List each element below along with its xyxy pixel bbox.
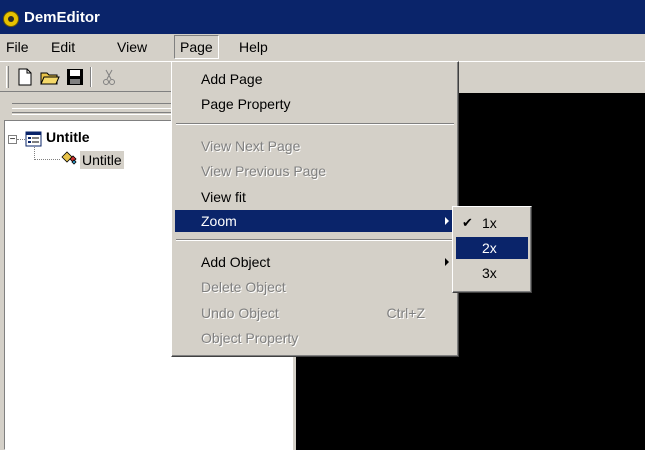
save-disk-icon[interactable] [66, 68, 84, 86]
menu-page-property[interactable]: Page Property [175, 93, 455, 115]
menu-view-next-page: View Next Page [175, 135, 455, 157]
zoom-2x-label: 2x [482, 240, 497, 256]
zoom-3x[interactable]: 3x [456, 262, 528, 284]
menu-undo-object-label: Undo Object [201, 305, 279, 321]
tree-connector [34, 159, 60, 160]
zoom-3x-label: 3x [482, 265, 497, 281]
toolbar-grip[interactable] [6, 66, 9, 88]
tree-root-label[interactable]: Untitle [46, 128, 90, 146]
menu-undo-object: Undo Object Ctrl+Z [175, 302, 455, 324]
page-menu-dropdown: Add Page Page Property View Next Page Vi… [171, 61, 459, 357]
menu-add-object-label: Add Object [201, 254, 271, 270]
menu-page[interactable]: Page [174, 35, 219, 59]
menu-zoom[interactable]: Zoom [175, 210, 455, 232]
menu-view-previous-page: View Previous Page [175, 160, 455, 182]
menu-view-next-page-label: View Next Page [201, 138, 301, 154]
app-icon [3, 11, 19, 27]
tree-connector [17, 139, 25, 140]
open-folder-icon[interactable] [40, 68, 60, 86]
title-bar: DemEditor [0, 0, 645, 34]
submenu-arrow-icon [445, 258, 449, 266]
menu-view-fit-label: View fit [201, 189, 246, 205]
menu-edit[interactable]: Edit [46, 35, 80, 59]
menu-delete-object-label: Delete Object [201, 279, 286, 295]
menu-help[interactable]: Help [234, 35, 273, 59]
object-icon [58, 148, 80, 166]
menu-view-fit[interactable]: View fit [175, 186, 455, 208]
submenu-arrow-icon [445, 217, 449, 225]
menu-separator [176, 239, 454, 241]
zoom-submenu: ✔ 1x 2x 3x [452, 206, 532, 293]
cut-scissors-icon[interactable] [100, 68, 118, 86]
collapse-icon[interactable]: − [8, 135, 17, 145]
menu-undo-shortcut: Ctrl+Z [386, 305, 426, 321]
menu-view-previous-page-label: View Previous Page [201, 163, 327, 179]
menu-add-object[interactable]: Add Object [175, 251, 455, 273]
menu-zoom-label: Zoom [201, 213, 237, 229]
menu-file[interactable]: File [1, 35, 34, 59]
zoom-2x[interactable]: 2x [456, 237, 528, 259]
zoom-1x[interactable]: ✔ 1x [456, 212, 528, 234]
menu-object-property-label: Object Property [201, 330, 299, 346]
page-icon [25, 130, 43, 148]
checkmark-icon: ✔ [462, 215, 473, 230]
window-title: DemEditor [24, 9, 100, 26]
menu-add-page[interactable]: Add Page [175, 68, 455, 90]
new-document-icon[interactable] [16, 68, 34, 86]
menu-separator [176, 123, 454, 125]
menu-bar: File Edit View Page Help [0, 34, 645, 61]
toolbar-separator [90, 67, 92, 87]
menu-delete-object: Delete Object [175, 276, 455, 298]
menu-add-page-label: Add Page [201, 71, 263, 87]
zoom-1x-label: 1x [482, 215, 497, 231]
menu-object-property: Object Property [175, 327, 455, 349]
tree-child-label[interactable]: Untitle [80, 151, 124, 169]
menu-view[interactable]: View [112, 35, 152, 59]
menu-page-property-label: Page Property [201, 96, 291, 112]
